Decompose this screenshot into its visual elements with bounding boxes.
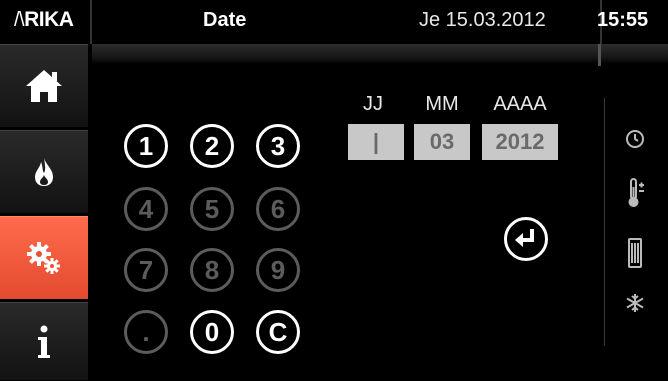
battery-icon [626, 236, 644, 270]
divider [90, 0, 92, 44]
thermometer-icon [624, 176, 646, 210]
year-field[interactable]: 2012 [482, 124, 558, 160]
year-label: AAAA [493, 93, 547, 115]
flame-icon [35, 158, 53, 186]
key-7: 7 [124, 248, 168, 292]
snowflake-icon [624, 292, 646, 314]
key-0[interactable]: 0 [190, 310, 234, 354]
key-4: 4 [124, 187, 168, 231]
month-field[interactable]: 03 [414, 124, 470, 160]
logo-text: RIKA [24, 8, 74, 31]
sidebar [0, 44, 88, 381]
key-6: 6 [256, 187, 300, 231]
sidebar-item-settings[interactable] [0, 216, 88, 300]
sidebar-item-home[interactable] [0, 44, 88, 128]
key-clear[interactable]: C [256, 310, 300, 354]
sidebar-item-heating[interactable] [0, 130, 88, 214]
top-bar: /\RIKA Date Je 15.03.2012 15:55 [0, 0, 668, 44]
key-decimal: . [124, 310, 168, 354]
clock-icon [624, 128, 646, 150]
info-icon [38, 325, 50, 358]
key-3[interactable]: 3 [256, 124, 300, 168]
time-display: 15:55 [597, 9, 649, 31]
brand-logo: /\RIKA [14, 8, 74, 32]
home-icon [26, 70, 62, 102]
key-9: 9 [256, 248, 300, 292]
date-display: Je 15.03.2012 [419, 9, 546, 31]
month-label: MM [425, 93, 459, 115]
settings-gears-icon [27, 242, 60, 274]
key-8: 8 [190, 248, 234, 292]
logo-mark-icon: /\ [14, 9, 25, 31]
divider [604, 98, 605, 346]
day-field[interactable]: | [348, 124, 404, 160]
key-2[interactable]: 2 [190, 124, 234, 168]
key-5: 5 [190, 187, 234, 231]
enter-icon [515, 229, 534, 247]
enter-button[interactable] [504, 217, 548, 261]
day-label: JJ [363, 93, 383, 115]
key-1[interactable]: 1 [124, 124, 168, 168]
page-title: Date [203, 9, 247, 31]
sidebar-item-info[interactable] [0, 302, 88, 381]
header-bar [92, 44, 668, 64]
divider [598, 44, 601, 66]
